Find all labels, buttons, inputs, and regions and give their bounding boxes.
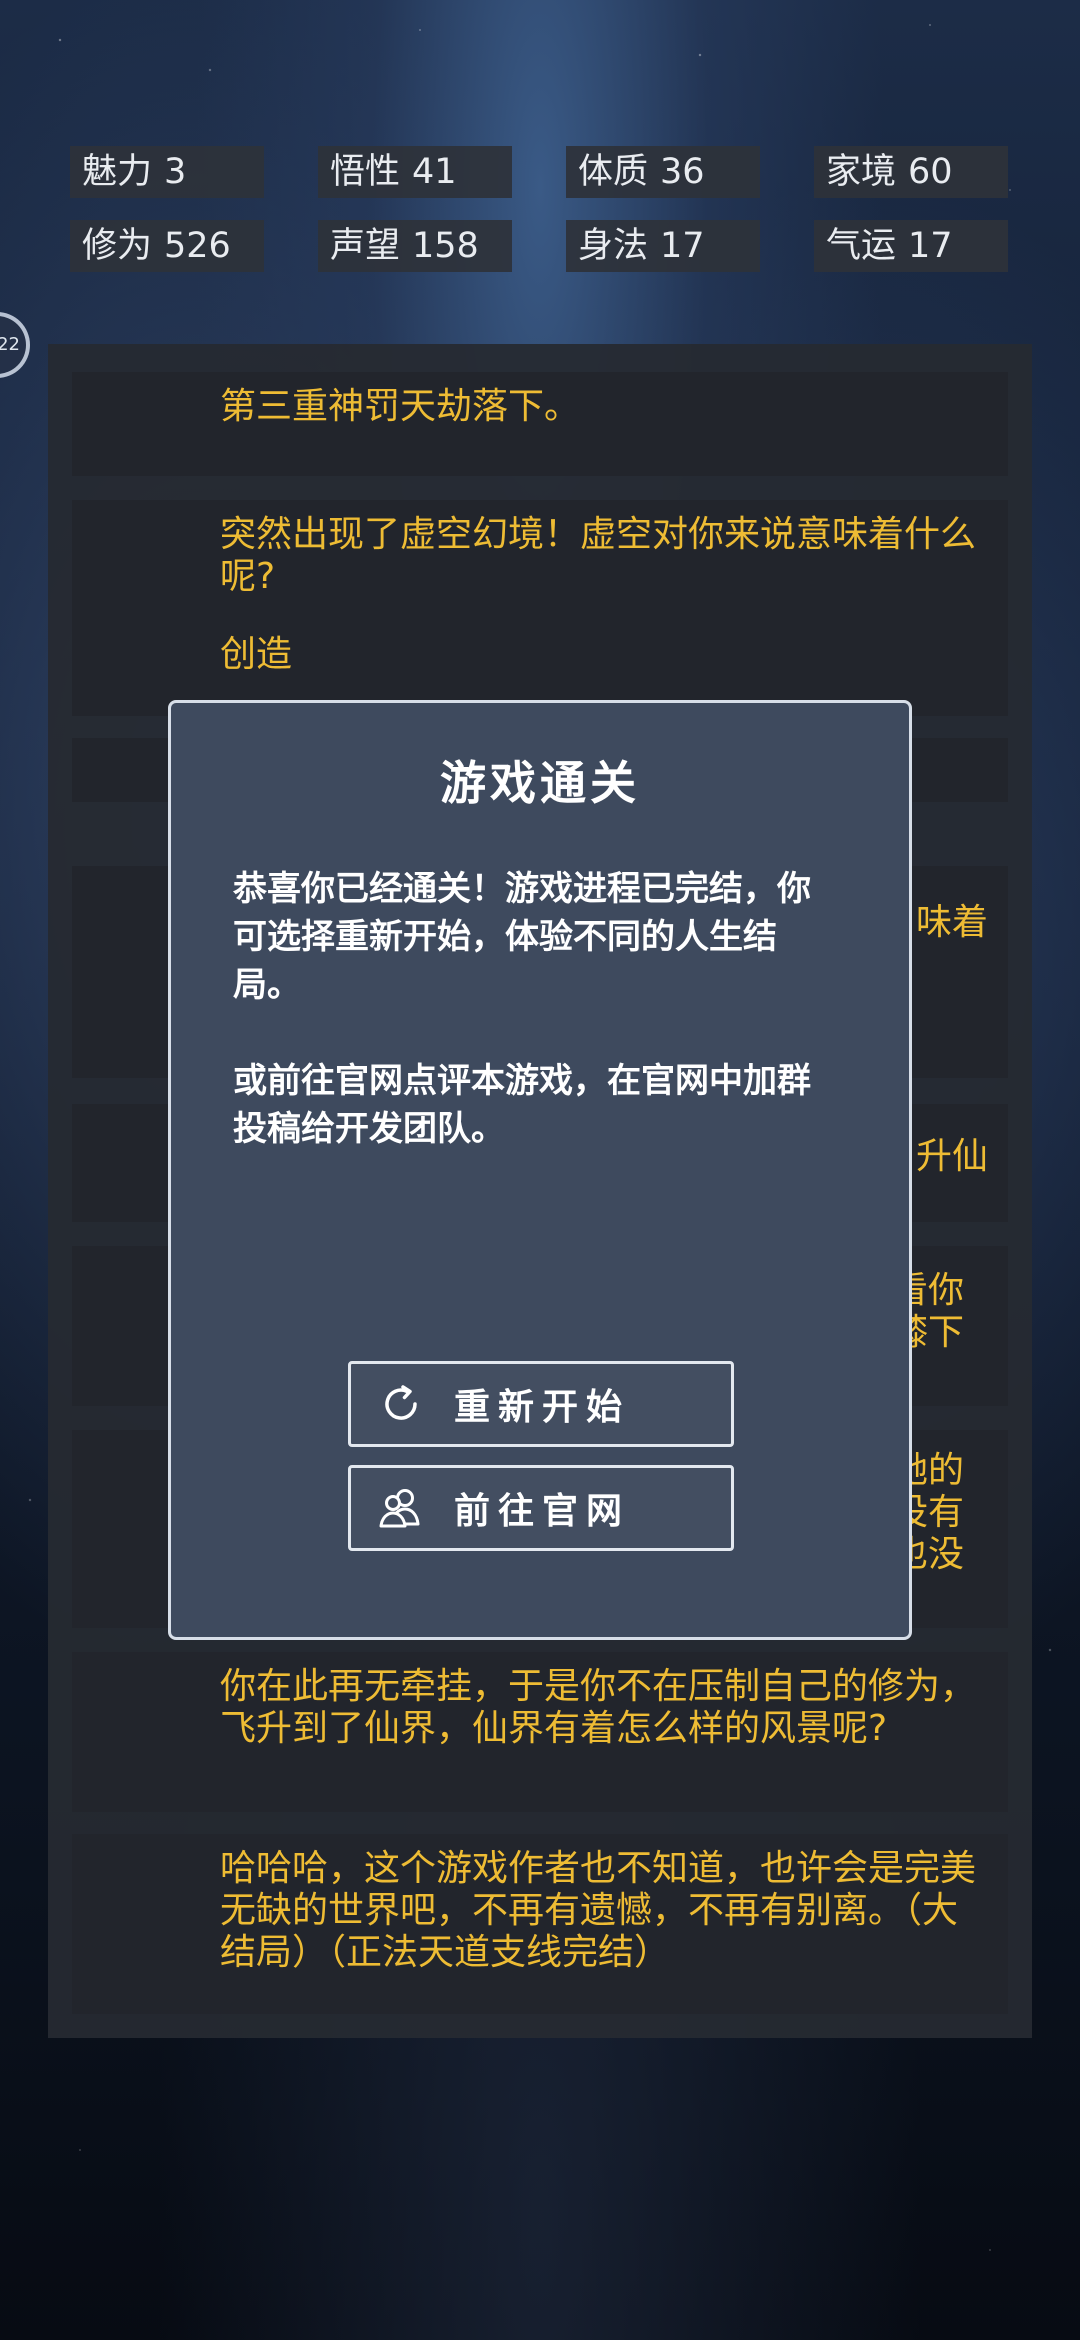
stat-label: 魅力 bbox=[82, 152, 153, 192]
stat-family: 家境 60 bbox=[814, 146, 1008, 198]
stat-value: 17 bbox=[660, 226, 705, 266]
edge-float-button[interactable]: 22 bbox=[0, 312, 30, 378]
log-entry-text: 突然出现了虚空幻境！虚空对你来说意味着什么呢? bbox=[220, 514, 977, 597]
attribute-grid: 魅力 3 悟性 41 体质 36 家境 60 修为 526 声望 158 身法 17 气运 17 bbox=[70, 146, 1010, 272]
stat-reputation: 声望 158 bbox=[318, 220, 512, 272]
stat-label: 声望 bbox=[330, 226, 401, 266]
stat-charm: 魅力 3 bbox=[70, 146, 264, 198]
dialog-title: 游戏通关 bbox=[440, 756, 640, 810]
log-entry-text: 你在此再无牵挂，于是你不在压制自己的修为，飞升到了仙界，仙界有着怎么样的风景呢? bbox=[220, 1666, 977, 1749]
log-entry-choice: 创造 bbox=[220, 634, 293, 675]
stat-value: 3 bbox=[164, 152, 187, 192]
stat-label: 修为 bbox=[82, 226, 153, 266]
stat-agility: 身法 17 bbox=[566, 220, 760, 272]
dialog-paragraph: 或前往官网点评本游戏，在官网中加群投稿给开发团队。 bbox=[233, 1061, 811, 1149]
game-clear-dialog: 游戏通关 恭喜你已经通关！游戏进程已完结，你可选择重新开始，体验不同的人生结局。… bbox=[168, 700, 912, 1640]
refresh-icon bbox=[373, 1376, 429, 1432]
stat-value: 158 bbox=[412, 226, 479, 266]
stat-label: 气运 bbox=[826, 226, 897, 266]
stat-label: 体质 bbox=[578, 152, 649, 192]
stat-value: 60 bbox=[908, 152, 953, 192]
dialog-paragraph: 恭喜你已经通关！游戏进程已完结，你可选择重新开始，体验不同的人生结局。 bbox=[233, 869, 811, 1005]
log-entry: 突然出现了虚空幻境！虚空对你来说意味着什么呢? 创造 bbox=[72, 500, 1008, 716]
users-icon bbox=[373, 1480, 429, 1536]
dialog-message: 恭喜你已经通关！游戏进程已完结，你可选择重新开始，体验不同的人生结局。 或前往官… bbox=[233, 865, 833, 1153]
restart-button[interactable]: 重新开始 bbox=[348, 1361, 734, 1447]
stat-label: 身法 bbox=[578, 226, 649, 266]
stat-value: 526 bbox=[164, 226, 231, 266]
log-entry-text: 哈哈哈，这个游戏作者也不知道，也许会是完美无缺的世界吧，不再有遗憾，不再有别离。… bbox=[220, 1848, 977, 1973]
stat-value: 17 bbox=[908, 226, 953, 266]
log-entry-text: 第三重神罚天劫落下。 bbox=[220, 386, 581, 427]
stat-label: 悟性 bbox=[330, 152, 401, 192]
log-entry: 哈哈哈，这个游戏作者也不知道，也许会是完美无缺的世界吧，不再有遗憾，不再有别离。… bbox=[72, 1834, 1008, 2014]
stat-constitution: 体质 36 bbox=[566, 146, 760, 198]
stat-value: 36 bbox=[660, 152, 705, 192]
log-entry: 你在此再无牵挂，于是你不在压制自己的修为，飞升到了仙界，仙界有着怎么样的风景呢? bbox=[72, 1652, 1008, 1812]
stat-luck: 气运 17 bbox=[814, 220, 1008, 272]
log-entry: 第三重神罚天劫落下。 bbox=[72, 372, 1008, 476]
stat-label: 家境 bbox=[826, 152, 897, 192]
stat-value: 41 bbox=[412, 152, 457, 192]
restart-button-label: 重新开始 bbox=[453, 1387, 630, 1428]
stat-comprehension: 悟性 41 bbox=[318, 146, 512, 198]
website-button-label: 前往官网 bbox=[453, 1491, 630, 1532]
stat-cultivation: 修为 526 bbox=[70, 220, 264, 272]
edge-badge-label: 22 bbox=[0, 334, 20, 355]
website-button[interactable]: 前往官网 bbox=[348, 1465, 734, 1551]
